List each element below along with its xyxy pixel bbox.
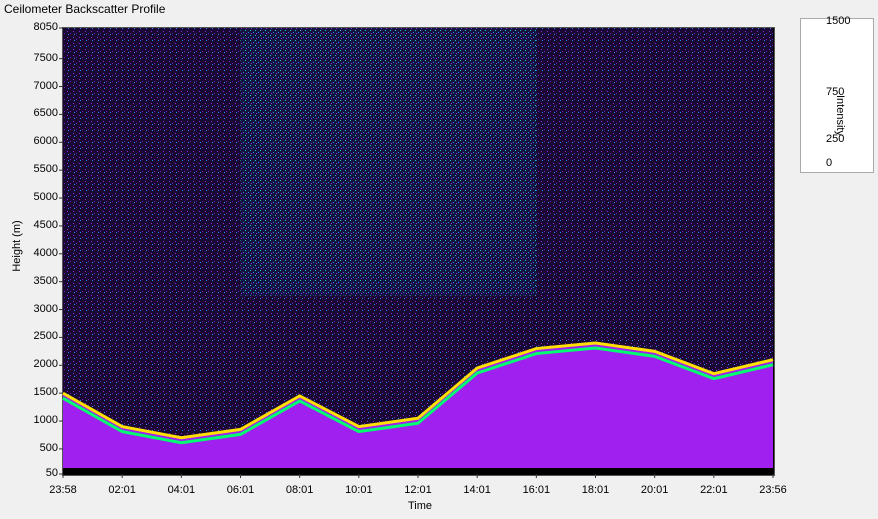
- y-tick-label: 3500: [33, 274, 58, 287]
- y-tick-label: 7500: [33, 51, 58, 64]
- y-tick-label: 2500: [33, 330, 58, 343]
- x-axis-label: Time: [407, 500, 433, 512]
- y-tick-label: 6000: [33, 135, 58, 148]
- x-tick-label: 12:01: [404, 484, 432, 496]
- colorbar-tick-label: 1500: [826, 15, 851, 27]
- heatmap-chart: [59, 21, 823, 478]
- upper-signal-region: [240, 28, 537, 296]
- colorbar-label: Intensity: [834, 95, 846, 136]
- y-tick-label: 5500: [33, 163, 58, 176]
- x-tick-label: 23:56: [759, 484, 787, 496]
- y-tick-label: 6500: [33, 107, 58, 120]
- y-tick-label: 50: [45, 467, 58, 479]
- y-tick-label: 2000: [33, 358, 58, 371]
- x-tick-label: 22:01: [700, 484, 728, 496]
- x-tick-label: 06:01: [226, 484, 255, 496]
- x-tick-label: 02:01: [108, 484, 136, 496]
- x-tick-label: 14:01: [463, 484, 491, 496]
- y-tick-label: 1000: [33, 414, 58, 427]
- y-tick-label: 1500: [33, 386, 58, 399]
- y-axis-label: Height (m): [11, 220, 23, 272]
- x-tick-label: 08:01: [285, 484, 314, 496]
- y-tick-label: 4500: [33, 218, 58, 231]
- surface-strip: [63, 468, 773, 474]
- y-tick-label: 500: [39, 441, 58, 454]
- y-tick-label: 4000: [33, 246, 58, 259]
- y-tick-label: 8050: [33, 21, 58, 33]
- x-tick-label: 10:01: [345, 484, 373, 496]
- y-tick-label: 7000: [33, 79, 58, 92]
- x-tick-label: 20:01: [640, 484, 669, 496]
- colorbar-tick-label: 0: [826, 157, 833, 169]
- x-tick-label: 18:01: [581, 484, 610, 496]
- y-tick-label: 5000: [33, 191, 58, 204]
- y-tick-label: 3000: [33, 302, 58, 315]
- x-tick-label: 16:01: [522, 484, 551, 496]
- x-tick-label: 23:58: [49, 484, 77, 496]
- x-tick-label: 04:01: [167, 484, 196, 496]
